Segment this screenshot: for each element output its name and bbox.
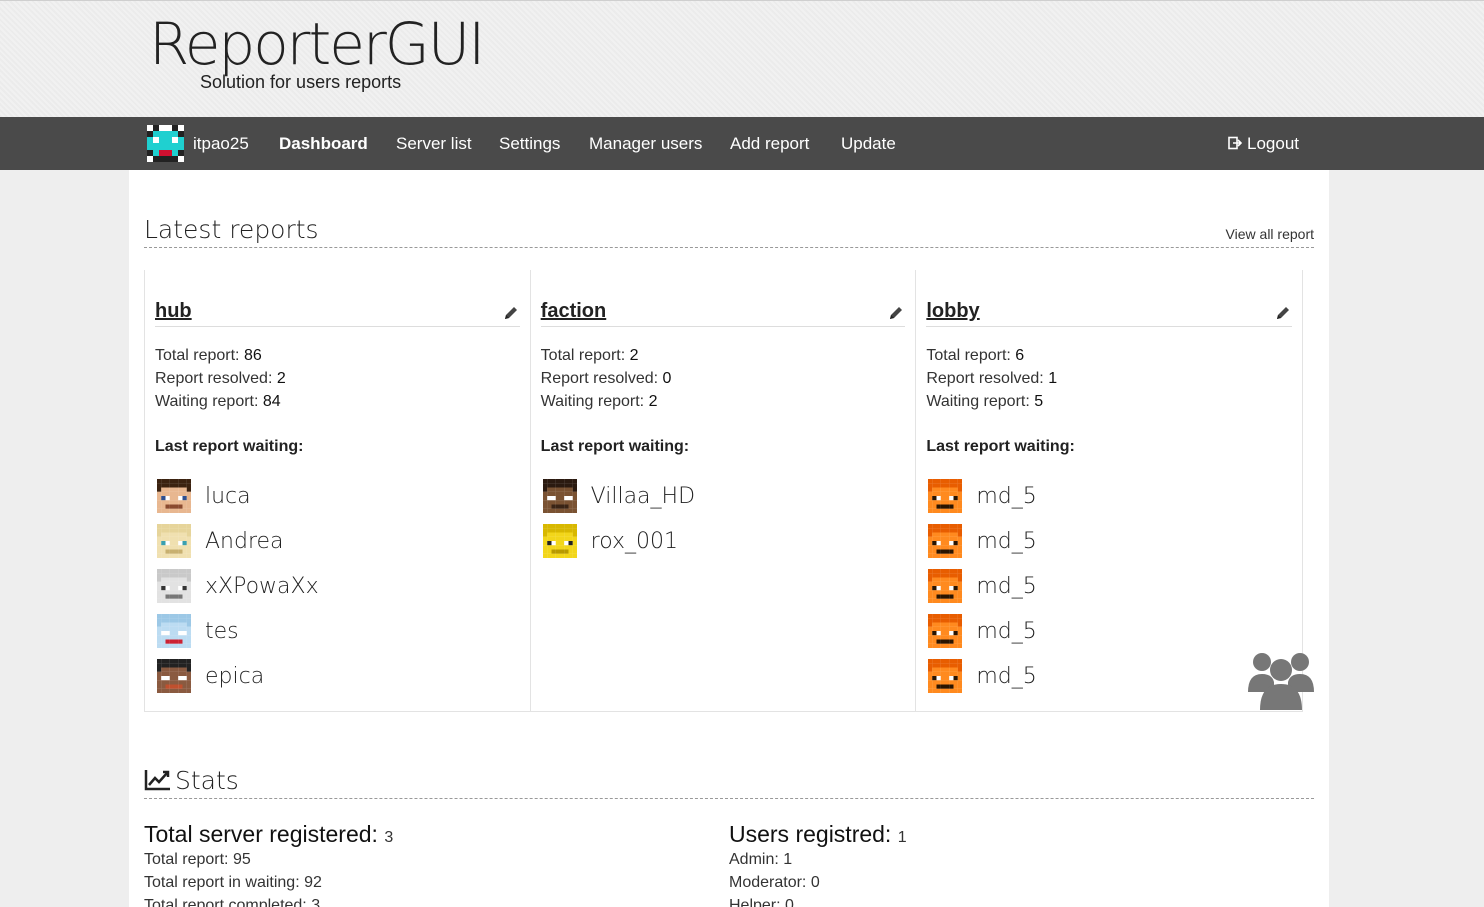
player-head-avatar (928, 614, 963, 648)
server-stats: Total server registered: 3 Total report:… (144, 821, 393, 907)
last-report-waiting-label: Last report waiting: (155, 438, 304, 455)
nav-manager-users[interactable]: Manager users (589, 117, 702, 170)
pencil-icon[interactable] (502, 304, 520, 322)
stats-total-report: Total report: 95 (144, 851, 251, 868)
nav-update[interactable]: Update (841, 117, 896, 170)
user-avatar[interactable] (147, 125, 184, 162)
card-divider (926, 326, 1293, 327)
player-item[interactable]: md_5 (928, 477, 1037, 515)
report-resolved: Report resolved: 1 (926, 370, 1058, 387)
main-panel: Latest reports View all report hub Total… (129, 170, 1329, 907)
users-group-icon (1248, 653, 1314, 710)
waiting-report: Waiting report: 84 (155, 393, 281, 410)
divider (144, 247, 1314, 248)
player-head-avatar (157, 659, 191, 693)
total-report: Total report: 2 (540, 347, 639, 364)
player-item[interactable]: md_5 (928, 567, 1037, 605)
card-divider (155, 326, 520, 327)
waiting-report: Waiting report: 2 (540, 393, 658, 410)
logout-icon (1228, 136, 1242, 150)
divider (144, 798, 1314, 799)
report-resolved: Report resolved: 2 (155, 370, 286, 387)
waiting-report: Waiting report: 5 (926, 393, 1044, 410)
server-card-hub: hub Total report: 86 Report resolved: 2 … (145, 270, 531, 711)
server-cards: hub Total report: 86 Report resolved: 2 … (144, 270, 1303, 712)
player-item[interactable]: md_5 (928, 522, 1037, 560)
line-chart-icon (144, 770, 170, 791)
player-name: tes (205, 618, 239, 644)
player-item[interactable]: rox_001 (542, 522, 679, 560)
stats-moderator: Moderator: 0 (729, 874, 820, 891)
last-report-waiting-label: Last report waiting: (540, 438, 690, 455)
total-report: Total report: 86 (155, 347, 262, 364)
view-all-report-link[interactable]: View all report (1226, 226, 1314, 242)
site-header: ReporterGUI Solution for users reports (0, 0, 1484, 117)
report-resolved: Report resolved: 0 (540, 370, 672, 387)
player-head-avatar (542, 479, 577, 513)
player-name: luca (205, 483, 251, 509)
stats-helper: Helper: 0 (729, 897, 794, 907)
total-report: Total report: 6 (926, 347, 1025, 364)
nav-username[interactable]: itpao25 (193, 117, 249, 170)
server-name[interactable]: faction (541, 300, 607, 323)
player-head-avatar (157, 569, 191, 603)
player-item[interactable]: md_5 (928, 612, 1037, 650)
brand-title[interactable]: ReporterGUI (149, 9, 485, 79)
player-item[interactable]: xXPowaXx (157, 567, 319, 605)
nav-server-list[interactable]: Server list (396, 117, 472, 170)
server-card-lobby: lobby Total report: 6 Report resolved: 1… (916, 270, 1302, 711)
last-report-waiting-label: Last report waiting: (926, 438, 1075, 455)
player-name: rox_001 (590, 528, 679, 554)
nav-dashboard[interactable]: Dashboard (279, 117, 368, 170)
player-item[interactable]: luca (157, 477, 251, 515)
player-head-avatar (928, 479, 963, 513)
player-name: Villaa_HD (590, 483, 696, 509)
player-head-avatar (928, 659, 963, 693)
player-head-avatar (928, 569, 963, 603)
player-head-avatar (157, 614, 191, 648)
player-head-avatar (157, 524, 191, 558)
player-name: md_5 (976, 618, 1037, 644)
player-head-avatar (157, 479, 191, 513)
player-name: md_5 (976, 663, 1037, 689)
logout-link[interactable]: Logout (1228, 117, 1299, 170)
player-name: md_5 (976, 573, 1037, 599)
player-name: epica (205, 663, 265, 689)
latest-reports-title: Latest reports (144, 215, 319, 244)
stats-admin: Admin: 1 (729, 851, 793, 868)
pencil-icon[interactable] (887, 304, 905, 322)
player-item[interactable]: Andrea (157, 522, 284, 560)
user-stats: Users registred: 1 Admin: 1 Moderator: 0… (729, 821, 907, 907)
pencil-icon[interactable] (1274, 304, 1292, 322)
users-registered: Users registred: 1 (729, 821, 907, 847)
player-head-avatar (542, 524, 577, 558)
logout-label: Logout (1247, 134, 1299, 153)
player-head-avatar (928, 524, 963, 558)
card-divider (540, 326, 906, 327)
player-item[interactable]: epica (157, 657, 264, 695)
player-name: md_5 (976, 483, 1037, 509)
server-card-faction: faction Total report: 2 Report resolved:… (531, 270, 917, 711)
player-name: Andrea (205, 528, 284, 554)
server-name[interactable]: hub (155, 300, 192, 323)
player-item[interactable]: Villaa_HD (542, 477, 696, 515)
brand-subtitle: Solution for users reports (200, 72, 402, 92)
server-name[interactable]: lobby (926, 300, 979, 323)
total-server-registered: Total server registered: 3 (144, 821, 394, 847)
stats-title: Stats (144, 766, 239, 795)
nav-add-report[interactable]: Add report (730, 117, 809, 170)
stats-total-waiting: Total report in waiting: 92 (144, 874, 322, 891)
player-name: md_5 (976, 528, 1037, 554)
player-name: xXPowaXx (205, 573, 319, 599)
player-item[interactable]: md_5 (928, 657, 1037, 695)
navbar: itpao25 Dashboard Server list Settings M… (0, 117, 1484, 170)
stats-total-completed: Total report completed: 3 (144, 897, 321, 907)
player-item[interactable]: tes (157, 612, 239, 650)
nav-settings[interactable]: Settings (499, 117, 560, 170)
